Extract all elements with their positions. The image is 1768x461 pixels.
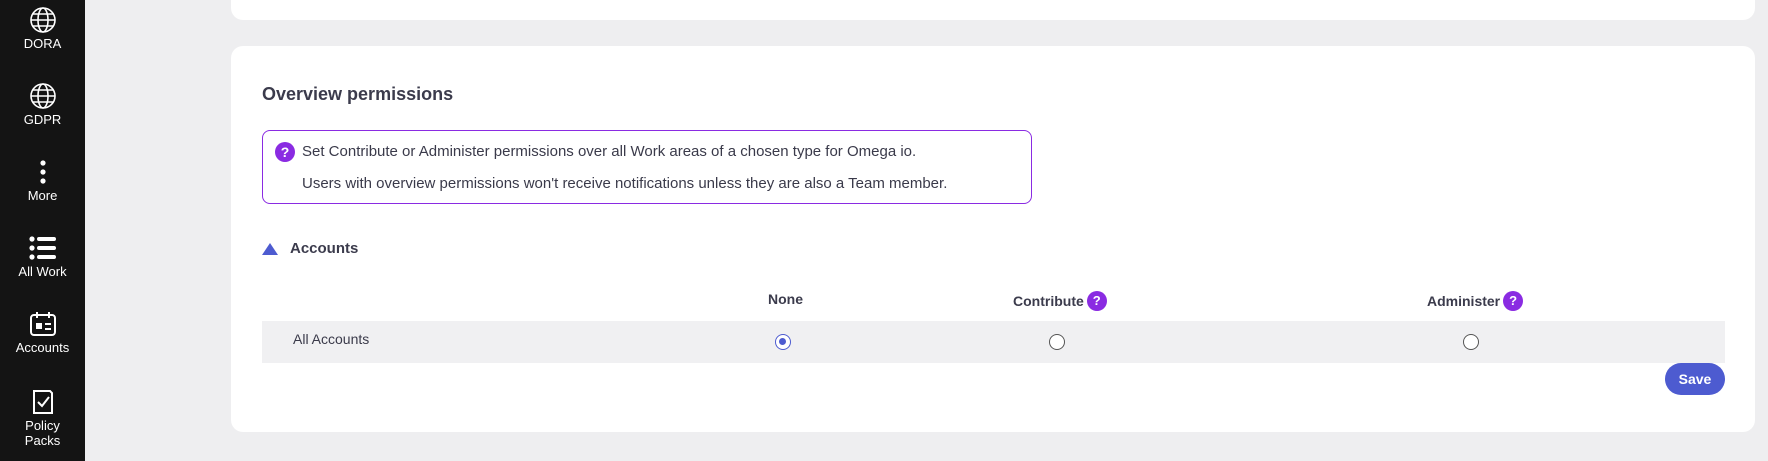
info-text-line2: Users with overview permissions won't re… bbox=[302, 175, 948, 192]
question-icon: ? bbox=[275, 142, 295, 162]
sidebar-item-label: DORA bbox=[23, 36, 62, 51]
sidebar-item-label: Policy Packs bbox=[24, 418, 61, 448]
globe-icon bbox=[29, 83, 56, 109]
previous-card bbox=[231, 0, 1755, 20]
sidebar-item-all-work[interactable]: All Work bbox=[0, 234, 85, 279]
section-label: Accounts bbox=[290, 240, 359, 257]
sidebar-item-policy-packs[interactable]: Policy Packs bbox=[0, 388, 85, 448]
accounts-section-toggle[interactable]: Accounts bbox=[262, 240, 358, 257]
list-icon bbox=[28, 236, 56, 260]
accounts-calendar-icon bbox=[29, 312, 56, 336]
sidebar-item-dora[interactable]: DORA bbox=[0, 6, 85, 51]
help-icon[interactable]: ? bbox=[1086, 291, 1107, 311]
column-header-administer: Administer ? bbox=[1427, 291, 1524, 311]
sidebar-item-more[interactable]: More bbox=[0, 158, 85, 203]
table-row: All Accounts bbox=[262, 321, 1725, 363]
column-label: Administer bbox=[1427, 293, 1501, 309]
sidebar-item-label: Accounts bbox=[15, 340, 70, 355]
page-title: Overview permissions bbox=[262, 84, 454, 104]
info-text-line1: Set Contribute or Administer permissions… bbox=[302, 143, 917, 160]
save-button[interactable]: Save bbox=[1665, 363, 1725, 395]
sidebar-item-label: All Work bbox=[18, 264, 67, 279]
column-label: Contribute bbox=[1013, 293, 1084, 309]
help-icon[interactable]: ? bbox=[1503, 291, 1524, 311]
info-callout: ? Set Contribute or Administer permissio… bbox=[262, 130, 1032, 204]
radio-contribute[interactable] bbox=[1049, 334, 1065, 350]
sidebar-item-label: More bbox=[27, 188, 58, 203]
globe-icon bbox=[29, 7, 56, 33]
column-header-contribute: Contribute ? bbox=[1013, 291, 1107, 311]
more-vertical-icon bbox=[39, 160, 46, 184]
overview-permissions-card bbox=[231, 46, 1755, 432]
radio-none[interactable] bbox=[775, 334, 791, 350]
sidebar-item-gdpr[interactable]: GDPR bbox=[0, 82, 85, 127]
sidebar-item-accounts[interactable]: Accounts bbox=[0, 310, 85, 355]
radio-administer[interactable] bbox=[1463, 334, 1479, 350]
column-label: None bbox=[768, 291, 803, 307]
triangle-up-icon bbox=[262, 242, 278, 255]
sidebar-item-label: GDPR bbox=[23, 112, 62, 127]
policy-check-icon bbox=[32, 390, 53, 414]
row-label: All Accounts bbox=[293, 331, 370, 347]
sidebar: DORA GDPR More All Work Accounts Policy … bbox=[0, 0, 85, 461]
column-header-none: None bbox=[768, 291, 803, 307]
